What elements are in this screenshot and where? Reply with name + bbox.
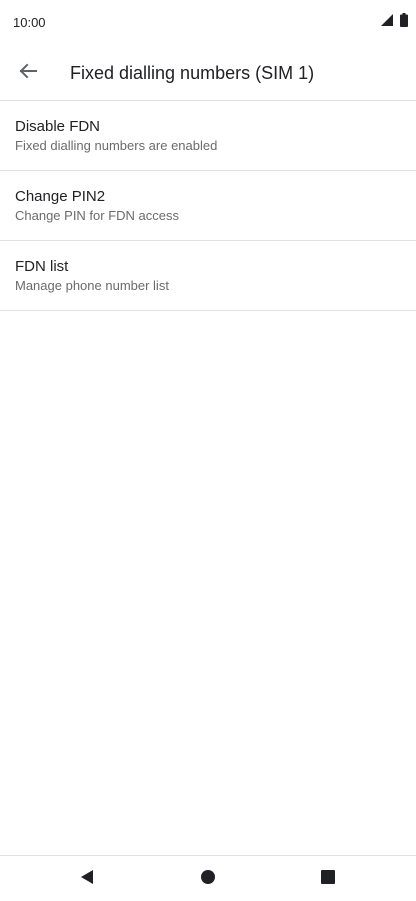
nav-home-icon xyxy=(200,869,216,890)
disable-fdn-item[interactable]: Disable FDN Fixed dialling numbers are e… xyxy=(0,101,416,171)
status-icons xyxy=(380,12,408,32)
back-button[interactable] xyxy=(10,55,46,91)
fdn-list-item[interactable]: FDN list Manage phone number list xyxy=(0,241,416,311)
item-title: FDN list xyxy=(15,258,69,275)
app-bar: Fixed dialling numbers (SIM 1) xyxy=(0,46,416,101)
status-bar: 10:00 xyxy=(0,0,416,46)
nav-back-icon xyxy=(79,869,95,890)
item-title: Disable FDN xyxy=(15,118,101,135)
nav-back-button[interactable] xyxy=(74,866,100,892)
item-summary: Manage phone number list xyxy=(15,278,169,293)
arrow-back-icon xyxy=(18,61,38,86)
page-title: Fixed dialling numbers (SIM 1) xyxy=(70,63,315,83)
item-summary: Change PIN for FDN access xyxy=(15,208,180,223)
item-summary: Fixed dialling numbers are enabled xyxy=(15,138,218,153)
signal-icon xyxy=(380,13,394,32)
status-time: 10:00 xyxy=(13,15,46,30)
nav-recents-button[interactable] xyxy=(315,866,341,892)
nav-recents-icon xyxy=(320,869,336,890)
item-title: Change PIN2 xyxy=(15,188,106,205)
nav-home-button[interactable] xyxy=(195,866,221,892)
settings-list: Disable FDN Fixed dialling numbers are e… xyxy=(0,101,416,311)
navigation-bar xyxy=(0,855,416,901)
battery-icon xyxy=(400,12,408,32)
change-pin2-item[interactable]: Change PIN2 Change PIN for FDN access xyxy=(0,171,416,241)
